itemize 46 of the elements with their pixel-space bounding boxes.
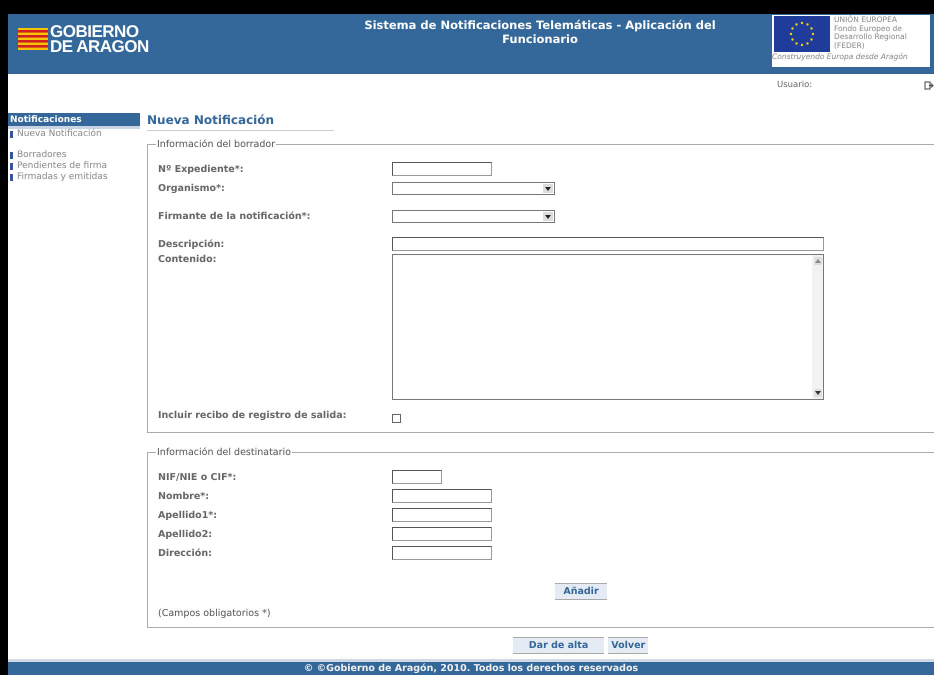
scroll-up-icon [814, 257, 822, 265]
back-button[interactable]: Volver [608, 637, 648, 654]
field-label: Firmante de la notificación*: [158, 210, 312, 222]
bullet-icon [10, 131, 13, 138]
page-title: Nueva Notificación [147, 113, 334, 131]
field-label: Apellido1*: [158, 510, 218, 520]
field-label: NIF/NIE o CIF*: [158, 472, 238, 482]
field-label: Nº Expediente*: [158, 164, 244, 174]
input-field[interactable] [392, 470, 442, 484]
field-label: Apellido2: [158, 528, 214, 540]
bullet-icon [10, 152, 13, 159]
bullet-icon [10, 174, 13, 181]
input-field[interactable] [392, 237, 824, 251]
scroll-down-icon [814, 389, 822, 397]
exit-icon [924, 80, 934, 90]
input-field[interactable] [392, 162, 492, 176]
flag-icon [18, 28, 48, 50]
sidebar-link[interactable]: Pendientes de firma [17, 161, 108, 172]
required-note: (Campos obligatorios *) [158, 608, 272, 619]
sidebar-header: Notificaciones [8, 113, 140, 129]
logo-text: GOBIERNO DE ARAGON [50, 24, 149, 54]
sidebar-link[interactable]: Borradores [17, 150, 66, 161]
dropdown-field[interactable] [392, 182, 555, 194]
field-label: Descripción: [158, 238, 226, 250]
add-button[interactable]: Añadir [555, 583, 607, 600]
input-field[interactable] [392, 527, 492, 541]
field-label: Incluir recibo de registro de salida: [158, 410, 348, 420]
input-field[interactable] [392, 489, 492, 503]
input-field[interactable] [392, 508, 492, 522]
checkbox[interactable] [392, 414, 401, 422]
field-label: Contenido: [158, 254, 218, 265]
user-label: Usuario: [777, 80, 814, 90]
submit-button[interactable]: Dar de alta [512, 637, 604, 654]
sidebar-link[interactable]: Nueva Notificación [17, 129, 102, 140]
section-legend: Información del borrador [156, 139, 276, 150]
field-label: Nombre*: [158, 490, 210, 502]
footer-text: © ©Gobierno de Aragón, 2010. Todos los derechos reservados [8, 659, 934, 675]
eu-flag-icon [774, 16, 830, 52]
field-label: Dirección: [158, 548, 213, 558]
section-legend: Información del destinatario [156, 447, 292, 458]
sidebar-link[interactable]: Firmadas y emitidas [17, 172, 108, 183]
dropdown-field[interactable] [392, 210, 555, 222]
app-title: Sistema de Notificaciones Telemáticas - Aplicación del Funcionario [363, 18, 717, 46]
bullet-icon [10, 163, 13, 170]
input-field[interactable] [392, 546, 492, 560]
field-label: Organismo*: [158, 182, 226, 194]
